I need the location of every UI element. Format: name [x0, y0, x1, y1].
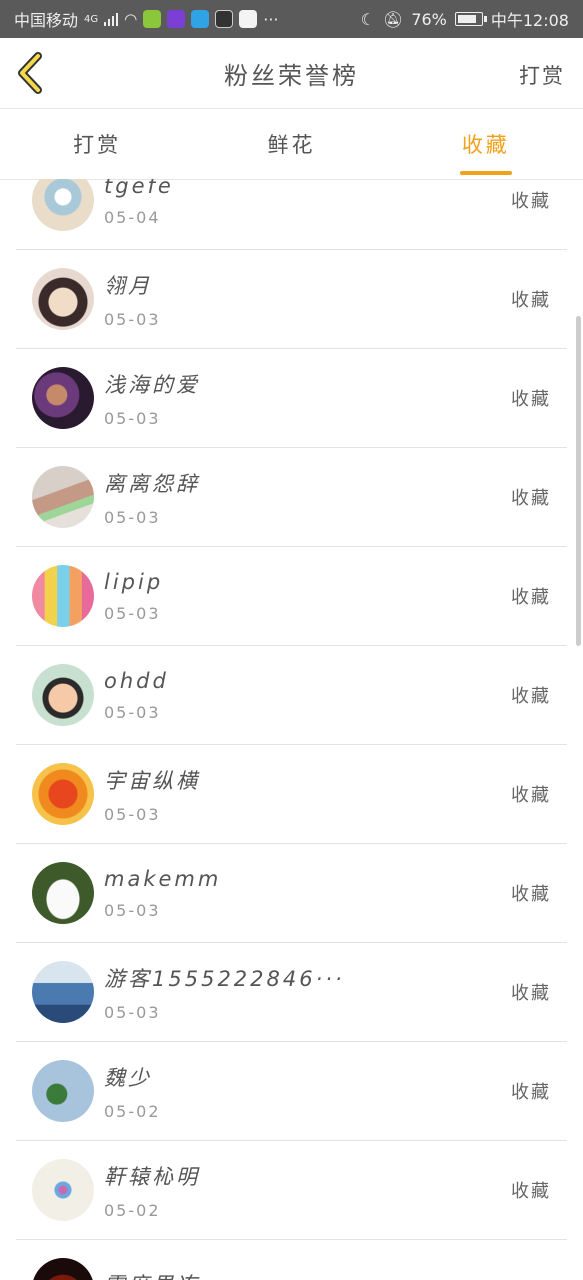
fan-action: 收藏: [511, 1181, 551, 1202]
list-item[interactable]: 游客1555222846··· 05-03 收藏: [16, 943, 567, 1042]
fan-action: 收藏: [511, 983, 551, 1004]
app-icon-map: [239, 10, 258, 28]
list-item[interactable]: lipip 05-03 收藏: [16, 547, 567, 646]
fan-action: 收藏: [511, 1082, 551, 1103]
list-item[interactable]: 离离怨辞 05-03 收藏: [16, 448, 567, 547]
tab-favorites[interactable]: 收藏: [389, 109, 583, 179]
clock: 中午12:08: [490, 11, 569, 30]
list-item[interactable]: ohdd 05-03 收藏: [16, 646, 567, 745]
chevron-left-icon: [18, 52, 42, 94]
fan-date: 05-03: [104, 702, 161, 722]
moon-icon: ☾: [360, 9, 375, 29]
fan-date: 05-03: [104, 603, 161, 623]
avatar: [32, 1258, 94, 1280]
page-title: 粉丝荣誉榜: [224, 61, 359, 90]
tab-bar: 打赏 鲜花 收藏: [0, 109, 583, 180]
top-bar: 粉丝荣誉榜 打赏: [0, 38, 583, 109]
fan-name: 靬辕杺明: [104, 1164, 200, 1189]
fan-name: 离离怨辞: [104, 471, 200, 496]
app-icon-play: [191, 10, 210, 28]
fan-action: 收藏: [511, 686, 551, 707]
fan-name: lipip: [104, 569, 164, 594]
app-icon-m: [167, 10, 186, 28]
battery-percent: 76%: [411, 9, 447, 29]
avatar: [32, 763, 94, 825]
fan-name: 游客1555222846···: [104, 966, 345, 991]
fan-date: 05-02: [104, 1101, 161, 1121]
fan-date: 05-02: [104, 1200, 161, 1220]
fan-date: 05-03: [104, 309, 161, 329]
fan-name: 宇宙纵横: [104, 768, 200, 793]
fan-date: 05-03: [104, 408, 161, 428]
avatar: [32, 1159, 94, 1221]
fan-action: 收藏: [511, 290, 551, 311]
fan-action: 收藏: [511, 587, 551, 608]
carrier-label: 中国移动: [14, 11, 79, 30]
status-bar: 中国移动 4G ◠ ··· ☾ 🔕︎ 76% 中午12:08: [0, 0, 583, 38]
app-icon-green: [143, 10, 162, 28]
avatar: [32, 466, 94, 528]
back-button[interactable]: [14, 52, 50, 94]
fan-date: 05-03: [104, 804, 161, 824]
app-icon-video: [215, 10, 234, 28]
battery-icon: [454, 12, 487, 26]
fan-name: 浅海的爱: [104, 372, 200, 397]
avatar: [32, 664, 94, 726]
fan-name: 翎月: [104, 273, 152, 298]
avatar: [32, 565, 94, 627]
list-item[interactable]: tgefe 05-04 收藏: [16, 179, 567, 250]
avatar: [32, 961, 94, 1023]
more-icon: ···: [263, 9, 279, 29]
list-item[interactable]: 零度果冻: [16, 1240, 567, 1280]
fan-name: 零度果冻: [104, 1269, 200, 1280]
network-label: 4G: [84, 13, 99, 25]
list-item[interactable]: makemm 05-03 收藏: [16, 844, 567, 943]
avatar: [32, 862, 94, 924]
avatar: [32, 268, 94, 330]
fan-date: 05-03: [104, 900, 161, 920]
wifi-icon: ◠: [124, 10, 138, 28]
fan-list[interactable]: tgefe 05-04 收藏 翎月 05-03 收藏 浅海的爱 05-03 收藏 离离…: [0, 179, 583, 1280]
reward-button[interactable]: 打赏: [519, 60, 565, 90]
avatar: [32, 367, 94, 429]
fan-name: makemm: [104, 866, 222, 891]
fan-name: 魏少: [104, 1065, 152, 1090]
mute-bell-icon: 🔕︎: [383, 9, 404, 29]
fan-action: 收藏: [511, 884, 551, 905]
fan-action: 收藏: [511, 191, 551, 212]
fan-action: 收藏: [511, 389, 551, 410]
list-item[interactable]: 翎月 05-03 收藏: [16, 250, 567, 349]
fan-date: 05-03: [104, 1002, 161, 1022]
avatar: [32, 179, 94, 231]
scrollbar[interactable]: [576, 316, 581, 646]
list-item[interactable]: 魏少 05-02 收藏: [16, 1042, 567, 1141]
fan-date: 05-04: [104, 207, 161, 227]
tab-flowers[interactable]: 鲜花: [194, 109, 388, 179]
fan-name: ohdd: [104, 668, 169, 693]
avatar: [32, 1060, 94, 1122]
list-item[interactable]: 靬辕杺明 05-02 收藏: [16, 1141, 567, 1240]
fan-action: 收藏: [511, 488, 551, 509]
list-item[interactable]: 宇宙纵横 05-03 收藏: [16, 745, 567, 844]
fan-action: 收藏: [511, 785, 551, 806]
fan-name: tgefe: [104, 179, 174, 198]
signal-icon: [104, 12, 119, 26]
tab-reward[interactable]: 打赏: [0, 109, 194, 179]
fan-date: 05-03: [104, 507, 161, 527]
list-item[interactable]: 浅海的爱 05-03 收藏: [16, 349, 567, 448]
